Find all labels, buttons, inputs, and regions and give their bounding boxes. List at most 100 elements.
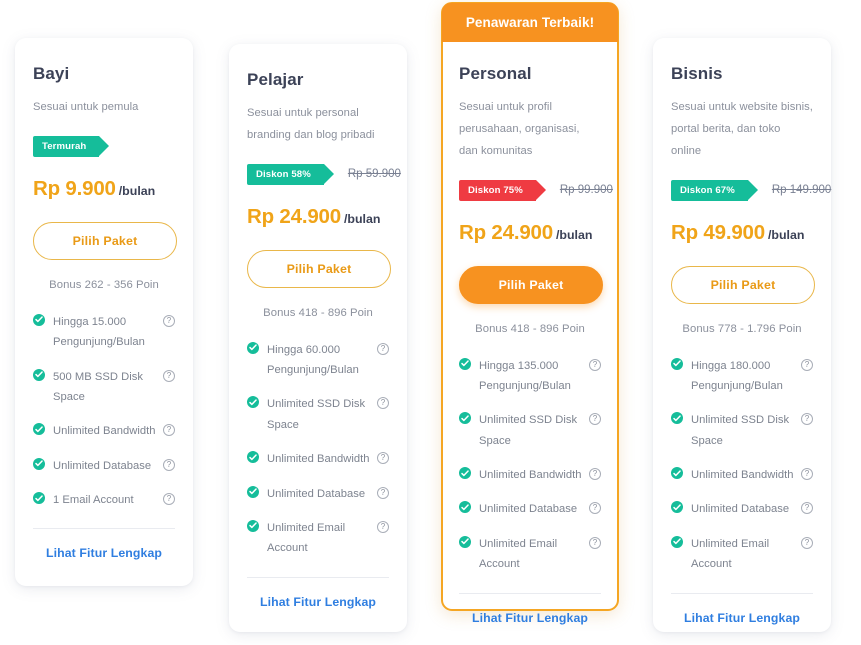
price-period-bayi: /bulan	[118, 183, 156, 198]
feature-label: Unlimited SSD Disk Space	[267, 398, 366, 431]
check-icon	[459, 535, 471, 548]
pricing-plan-grid: Bayi Sesuai untuk pemula Termurah Rp 9.900/…	[0, 0, 861, 645]
help-circle-icon[interactable]: ?	[163, 424, 175, 437]
help-circle-icon[interactable]: ?	[801, 536, 813, 549]
feature-label: Hingga 180.000 Pengunjung/Bulan	[691, 359, 783, 392]
price-row-personal: Rp 24.900/bulan	[459, 221, 601, 245]
feature-item: Unlimited Database?	[459, 499, 601, 519]
help-circle-icon[interactable]: ?	[801, 358, 813, 371]
check-icon	[671, 501, 683, 514]
feature-item: Hingga 60.000 Pengunjung/Bulan?	[247, 340, 389, 381]
bonus-points-bayi: Bonus 262 - 356 Poin	[49, 278, 159, 291]
original-price-pelajar: Rp 59.900	[347, 168, 401, 181]
discount-badge-personal: Diskon 75%	[459, 179, 546, 201]
discount-badge-pelajar: Diskon 58%	[247, 163, 334, 185]
help-circle-icon[interactable]: ?	[377, 342, 389, 355]
help-circle-icon[interactable]: ?	[377, 520, 389, 533]
feature-item: Unlimited Bandwidth?	[459, 465, 601, 485]
help-circle-icon[interactable]: ?	[163, 314, 175, 327]
check-icon	[247, 451, 259, 464]
view-full-features-link-bisnis[interactable]: Lihat Fitur Lengkap	[671, 611, 813, 625]
feature-label: Unlimited Database	[691, 503, 790, 516]
plan-description-bisnis: Sesuai untuk website bisnis, portal beri…	[671, 101, 813, 157]
feature-item: Unlimited SSD Disk Space?	[247, 394, 389, 435]
price-period-bisnis: /bulan	[767, 227, 805, 242]
best-offer-ribbon: Penawaran Terbaik!	[442, 3, 618, 42]
check-icon	[33, 492, 45, 505]
check-icon	[459, 501, 471, 514]
feature-item: 500 MB SSD Disk Space?	[33, 367, 175, 408]
check-icon	[247, 396, 259, 409]
price-period-pelajar: /bulan	[343, 211, 381, 226]
feature-label: Hingga 60.000 Pengunjung/Bulan	[267, 343, 359, 377]
check-icon	[33, 457, 45, 470]
check-icon	[671, 412, 683, 425]
help-circle-icon[interactable]: ?	[801, 502, 813, 515]
view-full-features-link-pelajar[interactable]: Lihat Fitur Lengkap	[247, 595, 389, 609]
card-body-bisnis: Bisnis Sesuai untuk website bisnis, porta…	[653, 38, 831, 625]
help-circle-icon[interactable]: ?	[589, 358, 601, 371]
badge-row-bayi: Termurah	[33, 135, 175, 157]
feature-item: Unlimited Email Account?	[247, 518, 389, 559]
choose-plan-button-bisnis[interactable]: Pilih Paket	[671, 265, 815, 304]
feature-label: Unlimited Bandwidth	[479, 469, 582, 482]
choose-plan-button-personal[interactable]: Pilih Paket	[459, 265, 603, 304]
check-icon	[671, 357, 683, 370]
pricing-card-bisnis: Bisnis Sesuai untuk website bisnis, porta…	[653, 38, 831, 632]
card-body-personal: Personal Sesuai untuk profil perusahaan, …	[443, 42, 617, 625]
help-circle-icon[interactable]: ?	[589, 536, 601, 549]
check-icon	[671, 467, 683, 480]
check-icon	[459, 357, 471, 370]
discount-badge-bayi: Termurah	[33, 135, 110, 157]
feature-list-bayi: Hingga 15.000 Pengunjung/Bulan? 500 MB SS…	[33, 312, 175, 511]
help-circle-icon[interactable]: ?	[801, 413, 813, 426]
feature-item: 1 Email Account?	[33, 490, 175, 510]
check-icon	[459, 467, 471, 480]
feature-label: Unlimited Database	[479, 503, 578, 516]
help-circle-icon[interactable]: ?	[163, 369, 175, 382]
feature-list-personal: Hingga 135.000 Pengunjung/Bulan? Unlimite…	[459, 356, 601, 575]
check-icon	[33, 368, 45, 381]
choose-plan-button-pelajar[interactable]: Pilih Paket	[247, 249, 391, 288]
plan-name-personal: Personal	[459, 64, 532, 83]
feature-label: 500 MB SSD Disk Space	[53, 370, 143, 403]
help-circle-icon[interactable]: ?	[377, 397, 389, 410]
help-circle-icon[interactable]: ?	[377, 486, 389, 499]
feature-item: Hingga 15.000 Pengunjung/Bulan?	[33, 312, 175, 353]
feature-item: Hingga 135.000 Pengunjung/Bulan?	[459, 356, 601, 397]
choose-plan-button-bayi[interactable]: Pilih Paket	[33, 221, 177, 260]
bonus-points-pelajar: Bonus 418 - 896 Poin	[263, 306, 373, 319]
feature-item: Unlimited Database?	[671, 499, 813, 519]
view-full-features-link-bayi[interactable]: Lihat Fitur Lengkap	[33, 546, 175, 560]
price-period-personal: /bulan	[555, 227, 593, 242]
feature-label: Unlimited Database	[53, 459, 152, 472]
help-circle-icon[interactable]: ?	[801, 468, 813, 481]
current-price-bayi: Rp 9.900	[33, 176, 116, 200]
features-divider	[33, 528, 175, 530]
feature-item: Unlimited Bandwidth?	[247, 449, 389, 469]
help-circle-icon[interactable]: ?	[163, 458, 175, 471]
current-price-personal: Rp 24.900	[459, 220, 553, 244]
feature-item: Unlimited Database?	[247, 484, 389, 504]
check-icon	[33, 313, 45, 326]
help-circle-icon[interactable]: ?	[589, 413, 601, 426]
help-circle-icon[interactable]: ?	[377, 452, 389, 465]
plan-description-pelajar: Sesuai untuk personal branding dan blog …	[247, 107, 375, 141]
help-circle-icon[interactable]: ?	[589, 468, 601, 481]
features-divider	[247, 576, 389, 578]
plan-name-bisnis: Bisnis	[671, 64, 723, 83]
features-divider	[459, 592, 601, 594]
check-icon	[247, 341, 259, 354]
check-icon	[247, 519, 259, 532]
plan-name-bayi: Bayi	[33, 64, 70, 83]
help-circle-icon[interactable]: ?	[589, 502, 601, 515]
view-full-features-link-personal[interactable]: Lihat Fitur Lengkap	[459, 611, 601, 625]
current-price-bisnis: Rp 49.900	[671, 220, 765, 244]
badge-row-personal: Diskon 75% Rp 99.900	[459, 179, 613, 201]
check-icon	[247, 485, 259, 498]
features-divider	[671, 592, 813, 594]
card-body-pelajar: Pelajar Sesuai untuk personal branding da…	[229, 44, 407, 609]
plan-description-personal: Sesuai untuk profil perusahaan, organisa…	[459, 101, 580, 157]
help-circle-icon[interactable]: ?	[163, 493, 175, 506]
pricing-card-personal: Penawaran Terbaik! Personal Sesuai untuk p…	[441, 2, 619, 625]
